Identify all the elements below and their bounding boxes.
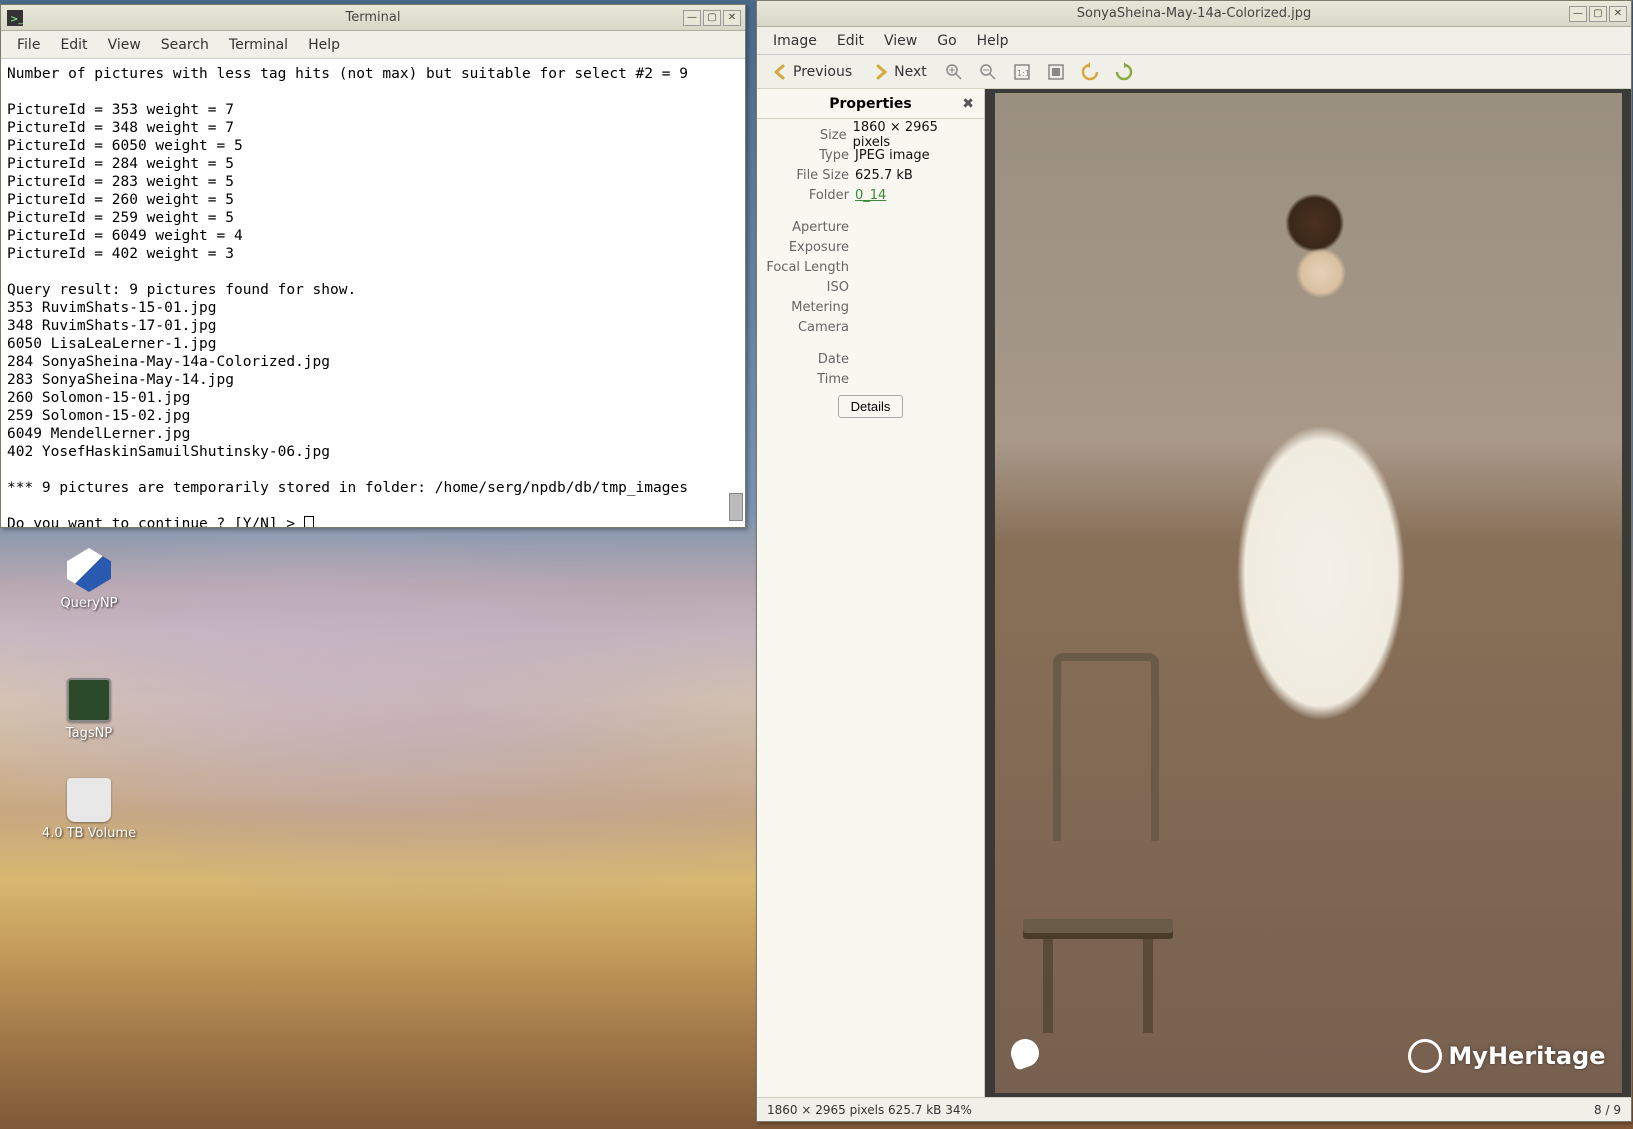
menu-edit[interactable]: Edit (50, 33, 97, 57)
rotate-left-icon (1080, 62, 1100, 82)
prop-label-exposure: Exposure (765, 240, 855, 255)
prop-value-filesize: 625.7 kB (855, 168, 913, 183)
image-canvas[interactable]: MyHeritage (985, 89, 1631, 1097)
next-button[interactable]: Next (866, 60, 933, 84)
menu-image[interactable]: Image (763, 29, 827, 53)
zoom-in-icon (945, 63, 963, 81)
prop-value-size: 1860 × 2965 pixels (853, 120, 976, 150)
desktop-icon-label: TagsNP (34, 726, 144, 741)
rotate-right-button[interactable] (1111, 59, 1137, 85)
details-button[interactable]: Details (838, 395, 904, 418)
menu-help[interactable]: Help (298, 33, 350, 57)
menu-terminal[interactable]: Terminal (219, 33, 298, 57)
zoom-out-button[interactable] (975, 59, 1001, 85)
zoom-1-1-icon: 1:1 (1013, 63, 1031, 81)
monitor-icon (67, 678, 111, 722)
arrow-right-icon (872, 63, 890, 81)
prop-label-date: Date (765, 352, 855, 367)
desktop-icon-label: 4.0 TB Volume (34, 826, 144, 841)
viewer-toolbar: Previous Next 1:1 (757, 55, 1631, 89)
prop-label-folder: Folder (765, 188, 855, 203)
terminal-menubar: File Edit View Search Terminal Help (1, 31, 745, 59)
prop-value-type: JPEG image (855, 148, 930, 163)
scrollbar-thumb[interactable] (729, 493, 743, 521)
rotate-left-button[interactable] (1077, 59, 1103, 85)
menu-help[interactable]: Help (967, 29, 1019, 53)
chair-prop (1013, 653, 1183, 1033)
desktop-icon-querynp[interactable]: QueryNP (34, 548, 144, 611)
close-button[interactable]: ✕ (1609, 6, 1627, 22)
properties-panel: Properties ✖ Size1860 × 2965 pixels Type… (757, 89, 985, 1097)
drive-icon (67, 778, 111, 822)
menu-edit[interactable]: Edit (827, 29, 874, 53)
close-icon[interactable]: ✖ (962, 96, 974, 112)
prop-label-type: Type (765, 148, 855, 163)
viewer-titlebar[interactable]: SonyaSheina-May-14a-Colorized.jpg — ▢ ✕ (757, 1, 1631, 27)
zoom-fit-icon (1047, 63, 1065, 81)
viewer-menubar: Image Edit View Go Help (757, 27, 1631, 55)
minimize-button[interactable]: — (683, 10, 701, 26)
prop-label-time: Time (765, 372, 855, 387)
next-label: Next (894, 64, 927, 80)
terminal-icon: >_ (7, 10, 23, 26)
arrow-left-icon (771, 63, 789, 81)
svg-text:1:1: 1:1 (1017, 69, 1030, 78)
prop-label-aperture: Aperture (765, 220, 855, 235)
viewer-statusbar: 1860 × 2965 pixels 625.7 kB 34% 8 / 9 (757, 1097, 1631, 1121)
shield-icon (67, 548, 111, 592)
zoom-fit-button[interactable] (1043, 59, 1069, 85)
close-button[interactable]: ✕ (723, 10, 741, 26)
prop-label-camera: Camera (765, 320, 855, 335)
maximize-button[interactable]: ▢ (1589, 6, 1607, 22)
zoom-out-icon (979, 63, 997, 81)
status-right: 8 / 9 (1594, 1103, 1621, 1117)
previous-button[interactable]: Previous (765, 60, 858, 84)
menu-search[interactable]: Search (151, 33, 219, 57)
zoom-in-button[interactable] (941, 59, 967, 85)
palette-icon (1007, 1035, 1043, 1071)
prop-value-folder[interactable]: 0_14 (855, 188, 886, 203)
menu-view[interactable]: View (98, 33, 151, 57)
photo-content: MyHeritage (995, 93, 1622, 1093)
prop-label-focal: Focal Length (765, 260, 855, 275)
terminal-titlebar[interactable]: >_ Terminal — ▢ ✕ (1, 5, 745, 31)
window-title: Terminal (346, 10, 401, 25)
prop-label-metering: Metering (765, 300, 855, 315)
desktop-icon-tagsnp[interactable]: TagsNP (34, 678, 144, 741)
status-left: 1860 × 2965 pixels 625.7 kB 34% (767, 1103, 972, 1117)
prop-label-iso: ISO (765, 280, 855, 295)
prop-label-size: Size (765, 128, 853, 143)
maximize-button[interactable]: ▢ (703, 10, 721, 26)
heritage-text: MyHeritage (1448, 1042, 1605, 1070)
rotate-right-icon (1114, 62, 1134, 82)
properties-header: Properties ✖ (757, 89, 984, 119)
zoom-original-button[interactable]: 1:1 (1009, 59, 1035, 85)
properties-title: Properties (829, 96, 912, 112)
desktop-icon-label: QueryNP (34, 596, 144, 611)
menu-file[interactable]: File (7, 33, 50, 57)
myheritage-watermark: MyHeritage (1408, 1039, 1605, 1073)
menu-view[interactable]: View (874, 29, 927, 53)
minimize-button[interactable]: — (1569, 6, 1587, 22)
prop-label-filesize: File Size (765, 168, 855, 183)
desktop-icon-volume[interactable]: 4.0 TB Volume (34, 778, 144, 841)
menu-go[interactable]: Go (927, 29, 966, 53)
terminal-window: >_ Terminal — ▢ ✕ File Edit View Search … (0, 4, 746, 528)
svg-text:>_: >_ (10, 14, 23, 25)
terminal-output[interactable]: Number of pictures with less tag hits (n… (1, 59, 745, 527)
window-title: SonyaSheina-May-14a-Colorized.jpg (1077, 6, 1312, 21)
previous-label: Previous (793, 64, 852, 80)
image-viewer-window: SonyaSheina-May-14a-Colorized.jpg — ▢ ✕ … (756, 0, 1632, 1122)
